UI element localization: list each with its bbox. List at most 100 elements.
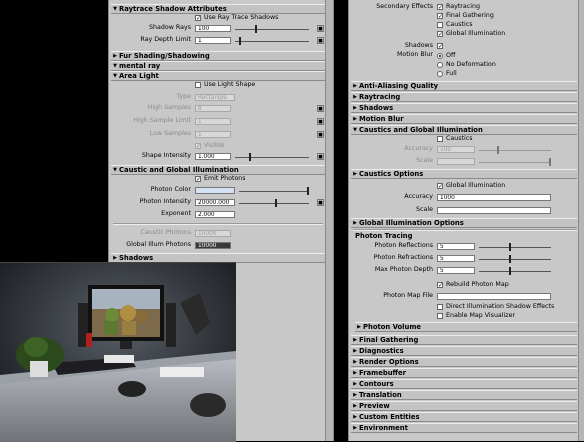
- section-global-illumination-options[interactable]: ▶ Global Illumination Options: [351, 218, 577, 228]
- caustic-photons-field[interactable]: 10000: [195, 230, 231, 237]
- section-caustics-and-global-illumination[interactable]: ▼ Caustics and Global Illumination: [351, 125, 577, 135]
- low-samples-field[interactable]: 1: [195, 131, 231, 138]
- section-shadows[interactable]: ▶ Shadows: [351, 103, 577, 113]
- caustics-enable-checkbox[interactable]: [437, 136, 443, 142]
- max-photon-depth-field[interactable]: 5: [437, 267, 475, 274]
- gi-enable-checkbox[interactable]: ✓: [437, 183, 443, 190]
- motion-blur-off-label: Off: [446, 52, 456, 59]
- emit-photons-label: Emit Photons: [204, 175, 246, 182]
- direct-illumination-shadow-effects-checkbox[interactable]: [437, 304, 443, 310]
- caustic-accuracy-slider-knob[interactable]: [497, 146, 499, 154]
- motion-blur-no-deformation-radio[interactable]: [437, 62, 443, 68]
- section-mental-ray[interactable]: ▼ mental ray: [111, 61, 325, 71]
- caustic-scale-swatch[interactable]: [437, 158, 475, 165]
- global-illum-photons-field[interactable]: 10000: [195, 242, 231, 249]
- photon-intensity-slider[interactable]: [239, 203, 309, 204]
- section-environment[interactable]: ▶ Environment: [351, 423, 577, 433]
- raytracing-checkbox[interactable]: ✓: [437, 4, 443, 11]
- section-diagnostics[interactable]: ▶ Diagnostics: [351, 346, 577, 356]
- exponent-field[interactable]: 2.000: [195, 211, 235, 218]
- section-custom-entities[interactable]: ▶ Custom Entities: [351, 412, 577, 422]
- enable-map-visualizer-checkbox[interactable]: [437, 313, 443, 319]
- max-photon-depth-slider[interactable]: [479, 271, 551, 272]
- section-area-light[interactable]: ▼ Area Light: [111, 71, 325, 81]
- final-gathering-checkbox[interactable]: ✓: [437, 13, 443, 20]
- right-scrollbar[interactable]: [578, 0, 584, 441]
- photon-reflections-field[interactable]: 5: [437, 243, 475, 250]
- section-contours[interactable]: ▶ Contours: [351, 379, 577, 389]
- section-render-options[interactable]: ▶ Render Options: [351, 357, 577, 367]
- photon-intensity-field[interactable]: 20000.000: [195, 199, 235, 206]
- photon-intensity-label: Photon Intensity: [139, 198, 191, 205]
- collapsed-triangle-icon: ▶: [357, 324, 361, 330]
- shadows-checkbox[interactable]: ✓: [437, 43, 443, 50]
- photon-intensity-slider-knob[interactable]: [275, 199, 277, 207]
- section-motion-blur[interactable]: ▶ Motion Blur: [351, 114, 577, 124]
- high-sample-limit-map-button[interactable]: ■: [317, 118, 324, 125]
- caustic-accuracy-slider[interactable]: [479, 150, 551, 151]
- gi-accuracy-field[interactable]: 1000: [437, 194, 551, 201]
- section-framebuffer[interactable]: ▶ Framebuffer: [351, 368, 577, 378]
- shape-intensity-map-button[interactable]: ■: [317, 153, 324, 160]
- ray-depth-limit-slider-knob[interactable]: [239, 37, 241, 45]
- caustic-scale-slider-knob[interactable]: [549, 158, 551, 166]
- photon-color-swatch[interactable]: [195, 187, 235, 194]
- low-samples-label: Low Samples: [149, 130, 191, 137]
- use-light-shape-checkbox[interactable]: [195, 82, 201, 88]
- high-sample-limit-field[interactable]: 1: [195, 118, 231, 125]
- shadow-rays-slider-knob[interactable]: [255, 25, 257, 33]
- section-translation[interactable]: ▶ Translation: [351, 390, 577, 400]
- high-samples-label: High Samples: [147, 104, 191, 111]
- global-illumination-checkbox[interactable]: ✓: [437, 31, 443, 38]
- section-raytracing[interactable]: ▶ Raytracing: [351, 92, 577, 102]
- photon-color-slider[interactable]: [239, 191, 309, 192]
- section-fur-shading[interactable]: ▶ Fur Shading/Shadowing: [111, 51, 325, 61]
- shadow-rays-slider[interactable]: [235, 29, 309, 30]
- section-raytrace-shadow-attributes[interactable]: ▼ Raytrace Shadow Attributes: [111, 4, 325, 14]
- high-samples-field[interactable]: 8: [195, 105, 231, 112]
- expanded-triangle-icon: ▼: [113, 6, 117, 12]
- max-photon-depth-slider-knob[interactable]: [509, 267, 511, 275]
- section-preview[interactable]: ▶ Preview: [351, 401, 577, 411]
- photon-color-slider-knob[interactable]: [307, 187, 309, 195]
- high-samples-map-button[interactable]: ■: [317, 105, 324, 112]
- photon-intensity-map-button[interactable]: ■: [317, 199, 324, 206]
- caustics-checkbox[interactable]: [437, 22, 443, 28]
- caustic-accuracy-label: Accuracy: [404, 145, 433, 152]
- motion-blur-off-radio[interactable]: [437, 53, 443, 59]
- photon-refractions-slider-knob[interactable]: [509, 255, 511, 263]
- shape-intensity-slider[interactable]: [235, 157, 309, 158]
- caustic-accuracy-field[interactable]: 100: [437, 146, 475, 153]
- gi-scale-field[interactable]: [437, 207, 551, 214]
- photon-map-file-field[interactable]: [437, 293, 551, 300]
- ray-depth-limit-slider[interactable]: [235, 41, 309, 42]
- collapsed-triangle-icon: ▶: [353, 337, 357, 343]
- exponent-label: Exponent: [161, 210, 191, 217]
- caustic-scale-slider[interactable]: [479, 162, 551, 163]
- type-dropdown[interactable]: Rectangle: [195, 94, 235, 101]
- section-caustic-and-global-illumination[interactable]: ▼ Caustic and Global Illumination: [111, 165, 325, 175]
- photon-reflections-slider-knob[interactable]: [509, 243, 511, 251]
- shadow-rays-map-button[interactable]: ■: [317, 25, 324, 32]
- use-ray-trace-shadows-checkbox[interactable]: ✓: [195, 15, 201, 22]
- emit-photons-checkbox[interactable]: ✓: [195, 176, 201, 183]
- visible-checkbox[interactable]: ✓: [195, 143, 201, 150]
- low-samples-map-button[interactable]: ■: [317, 131, 324, 138]
- ray-depth-limit-map-button[interactable]: ■: [317, 37, 324, 44]
- photon-refractions-slider[interactable]: [479, 259, 551, 260]
- left-scrollbar[interactable]: [325, 0, 333, 441]
- motion-blur-full-radio[interactable]: [437, 71, 443, 77]
- shape-intensity-slider-knob[interactable]: [249, 153, 251, 161]
- section-final-gathering[interactable]: ▶ Final Gathering: [351, 335, 577, 345]
- render-preview-image: [0, 262, 236, 442]
- ray-depth-limit-field[interactable]: 1: [195, 37, 231, 44]
- shape-intensity-field[interactable]: 1.000: [195, 153, 231, 160]
- section-photon-volume[interactable]: ▶ Photon Volume: [355, 322, 577, 332]
- photon-refractions-field[interactable]: 5: [437, 255, 475, 262]
- section-caustics-options[interactable]: ▶ Caustics Options: [351, 169, 577, 179]
- section-anti-aliasing-quality[interactable]: ▶ Anti-Aliasing Quality: [351, 81, 577, 91]
- collapsed-triangle-icon: ▶: [353, 370, 357, 376]
- shadow-rays-field[interactable]: 100: [195, 25, 231, 32]
- rebuild-photon-map-checkbox[interactable]: ✓: [437, 282, 443, 289]
- photon-reflections-slider[interactable]: [479, 247, 551, 248]
